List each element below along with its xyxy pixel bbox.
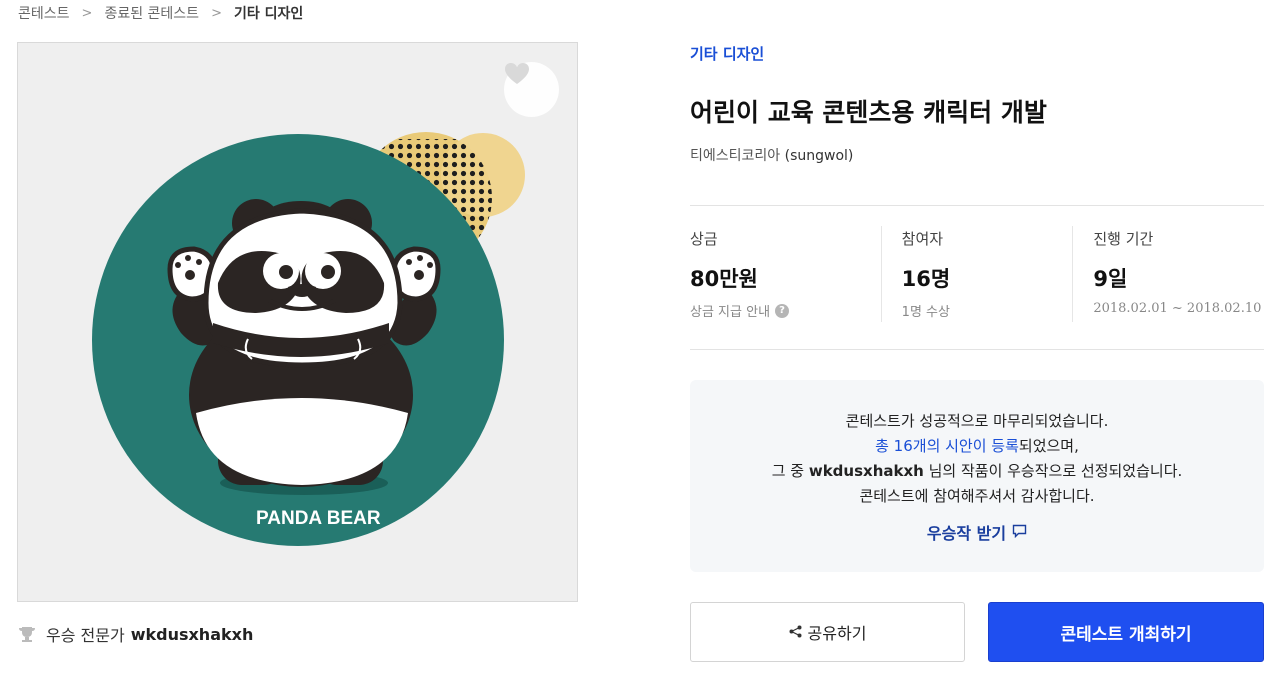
- breadcrumb: 콘테스트 > 종료된 콘테스트 > 기타 디자인: [18, 3, 303, 23]
- notice-line-2: 총 16개의 시안이 등록되었으며,: [690, 434, 1264, 459]
- like-button[interactable]: [504, 62, 559, 117]
- contest-category[interactable]: 기타 디자인: [690, 43, 764, 64]
- notice-line-3-post: 님의 작품이 우승작으로 선정되었습니다.: [923, 462, 1183, 480]
- message-icon: [1006, 523, 1027, 542]
- notice-line-4: 콘테스트에 참여해주셔서 감사합니다.: [859, 487, 1095, 505]
- contest-host: 티에스티코리아 (sungwol): [690, 145, 853, 165]
- artwork-caption: PANDA BEAR: [256, 508, 381, 529]
- stat-period: 진행 기간 9일 2018.02.01 ~ 2018.02.10: [1072, 226, 1264, 322]
- winner-label: 우승 전문가: [46, 626, 125, 645]
- winner-expert: 우승 전문가 wkdusxhakxh: [18, 622, 253, 646]
- stat-prize: 상금 80만원 상금 지급 안내 ?: [690, 226, 881, 322]
- divider: [690, 205, 1264, 206]
- share-button[interactable]: 공유하기: [690, 602, 965, 662]
- chevron-right-icon: >: [81, 5, 93, 21]
- stat-period-value: 9일: [1093, 267, 1128, 291]
- receive-winning-work-button[interactable]: 우승작 받기: [927, 520, 1027, 544]
- share-icon: [789, 623, 808, 642]
- contest-stats: 상금 80만원 상금 지급 안내 ? 참여자 16명 1명 수상 진행 기간 9…: [690, 226, 1264, 322]
- trophy-icon: [18, 625, 36, 643]
- prize-payment-info-label: 상금 지급 안내: [690, 305, 771, 320]
- stat-prize-value: 80만원: [690, 267, 758, 291]
- winner-name[interactable]: wkdusxhakxh: [131, 625, 254, 644]
- share-label: 공유하기: [807, 624, 867, 643]
- breadcrumb-item-ended-contest[interactable]: 종료된 콘테스트: [104, 3, 199, 23]
- stat-participants-value: 16명: [901, 267, 951, 291]
- contest-result-notice: 콘테스트가 성공적으로 마무리되었습니다. 총 16개의 시안이 등록되었으며,…: [690, 380, 1264, 572]
- help-icon[interactable]: ?: [775, 303, 790, 318]
- host-id: (sungwol): [784, 148, 854, 164]
- notice-line-3-pre: 그 중: [771, 462, 809, 480]
- receive-label: 우승작 받기: [926, 524, 1007, 543]
- notice-line-2-rest: 되었으며,: [1018, 437, 1079, 455]
- contest-title: 어린이 교육 콘텐츠용 캐릭터 개발: [690, 98, 1047, 127]
- stat-prize-label: 상금: [690, 230, 718, 248]
- stat-participants: 참여자 16명 1명 수상: [880, 226, 1073, 322]
- stat-participants-sub: 1명 수상: [901, 305, 950, 320]
- divider: [690, 349, 1264, 350]
- notice-line-1: 콘테스트가 성공적으로 마무리되었습니다.: [845, 412, 1109, 430]
- prize-payment-info[interactable]: 상금 지급 안내 ?: [690, 301, 790, 320]
- submissions-link[interactable]: 총 16개의 시안이 등록: [875, 437, 1019, 455]
- winning-artwork[interactable]: PANDA BEAR: [17, 42, 578, 602]
- stat-period-dates: 2018.02.01 ~ 2018.02.10: [1093, 301, 1262, 316]
- notice-winner-name: wkdusxhakxh: [808, 462, 924, 480]
- chevron-right-icon: >: [211, 5, 222, 21]
- breadcrumb-item-contest[interactable]: 콘테스트: [18, 3, 70, 23]
- notice-line-3: 그 중 wkdusxhakxh 님의 작품이 우승작으로 선정되었습니다.: [690, 459, 1264, 484]
- panda-bear-illustration: PANDA BEAR: [92, 132, 525, 546]
- stat-participants-label: 참여자: [901, 230, 944, 248]
- stat-period-label: 진행 기간: [1093, 230, 1154, 248]
- host-contest-button[interactable]: 콘테스트 개최하기: [988, 602, 1264, 662]
- host-name: 티에스티코리아: [690, 148, 781, 164]
- breadcrumb-item-category[interactable]: 기타 디자인: [234, 3, 303, 23]
